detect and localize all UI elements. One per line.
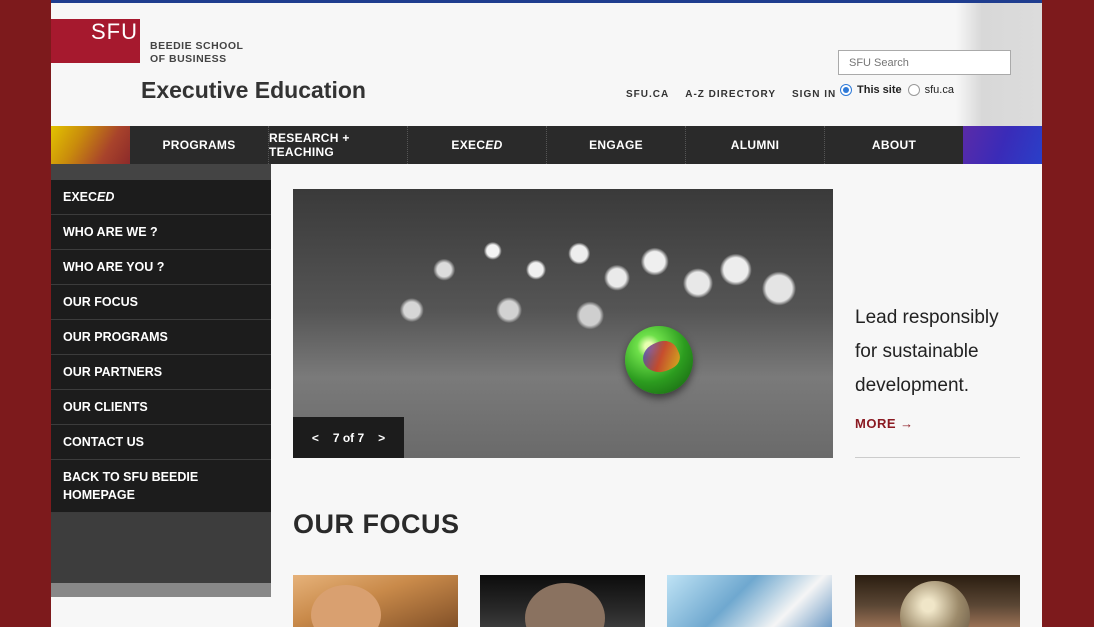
search-scope: This site sfu.ca <box>840 84 954 96</box>
sidebar-item-execed-italic: ED <box>97 190 115 204</box>
sidebar-item-our-focus[interactable]: OUR FOCUS <box>51 285 271 320</box>
radio-this-site[interactable] <box>840 84 852 96</box>
sidebar-item-back-to-beedie[interactable]: BACK TO SFU BEEDIE HOMEPAGE <box>51 460 271 513</box>
more-link[interactable]: MORE → <box>855 416 914 431</box>
focus-thumbnail-4-globe <box>900 581 970 627</box>
nav-item-alumni[interactable]: ALUMNI <box>686 126 825 164</box>
nav-item-about[interactable]: ABOUT <box>825 126 963 164</box>
nav-decoration-left <box>51 126 130 164</box>
nav-item-programs[interactable]: PROGRAMS <box>130 126 269 164</box>
nav-item-engage[interactable]: ENGAGE <box>547 126 686 164</box>
slide-counter-text: 7 of 7 <box>332 430 365 445</box>
school-name[interactable]: BEEDIE SCHOOL OF BUSINESS <box>150 40 243 66</box>
arrow-right-icon: → <box>900 416 914 431</box>
focus-thumbnail-2-figure <box>525 583 605 627</box>
radio-sfu-label: sfu.ca <box>924 84 954 96</box>
slide-controls: < 7 of 7 > <box>293 417 404 458</box>
utility-links: SFU.CA A-Z DIRECTORY SIGN IN <box>626 89 836 100</box>
sidebar-back-line1: BACK TO SFU BEEDIE <box>63 470 199 484</box>
nav-item-execed[interactable]: EXEC ED <box>408 126 547 164</box>
focus-thumbnail-3[interactable] <box>667 575 832 627</box>
nav-item-execed-italic: ED <box>485 138 503 152</box>
slide-caption: Lead responsibly for sustainable develop… <box>855 307 999 396</box>
sidebar-item-our-clients[interactable]: OUR CLIENTS <box>51 390 271 425</box>
sidebar-item-contact-us[interactable]: CONTACT US <box>51 425 271 460</box>
nav-decoration-right <box>963 126 1042 164</box>
sidebar-item-our-partners[interactable]: OUR PARTNERS <box>51 355 271 390</box>
nav-item-research-teaching[interactable]: RESEARCH + TEACHING <box>269 126 408 164</box>
util-link-directory[interactable]: A-Z DIRECTORY <box>685 89 776 100</box>
nav-item-execed-prefix: EXEC <box>451 138 486 152</box>
sidebar-bottom-panel <box>51 513 271 583</box>
util-link-sign-in[interactable]: SIGN IN <box>792 89 836 100</box>
sidebar-foot <box>51 583 271 597</box>
sidebar-back-line2: HOMEPAGE <box>63 488 135 502</box>
focus-thumbnail-2[interactable] <box>480 575 645 627</box>
sidebar-top-bar <box>51 164 271 180</box>
top-accent-line <box>51 0 1042 3</box>
more-link-label: MORE <box>855 416 896 431</box>
nav-items: PROGRAMS RESEARCH + TEACHING EXEC ED ENGA… <box>130 126 963 164</box>
focus-thumbnail-1-figure <box>311 585 381 627</box>
sidebar: EXEC ED WHO ARE WE ? WHO ARE YOU ? OUR FO… <box>51 180 271 513</box>
radio-this-site-label: This site <box>857 84 902 96</box>
util-link-sfu[interactable]: SFU.CA <box>626 89 669 100</box>
marble-image <box>625 326 693 394</box>
slide-next-button[interactable]: > <box>378 431 385 445</box>
sidebar-item-execed[interactable]: EXEC ED <box>51 180 271 215</box>
search-input[interactable] <box>838 50 1011 75</box>
sfu-logo-text: SFU <box>91 19 138 44</box>
sidebar-item-execed-prefix: EXEC <box>63 190 98 204</box>
focus-thumbnail-4[interactable] <box>855 575 1020 627</box>
focus-thumbnail-1[interactable] <box>293 575 458 627</box>
slide-prev-button[interactable]: < <box>312 431 319 445</box>
radio-sfu[interactable] <box>907 84 920 96</box>
sidebar-item-who-are-you[interactable]: WHO ARE YOU ? <box>51 250 271 285</box>
site-title[interactable]: Executive Education <box>141 77 366 104</box>
sidebar-item-our-programs[interactable]: OUR PROGRAMS <box>51 320 271 355</box>
our-focus-heading: OUR FOCUS <box>293 509 460 539</box>
marble-swirl <box>638 335 684 379</box>
sidebar-item-who-are-we[interactable]: WHO ARE WE ? <box>51 215 271 250</box>
caption-divider <box>855 457 1020 458</box>
page-container: SFU BEEDIE SCHOOL OF BUSINESS Executive … <box>51 0 1042 627</box>
school-name-line2: OF BUSINESS <box>150 53 227 65</box>
school-name-line1: BEEDIE SCHOOL <box>150 40 244 52</box>
